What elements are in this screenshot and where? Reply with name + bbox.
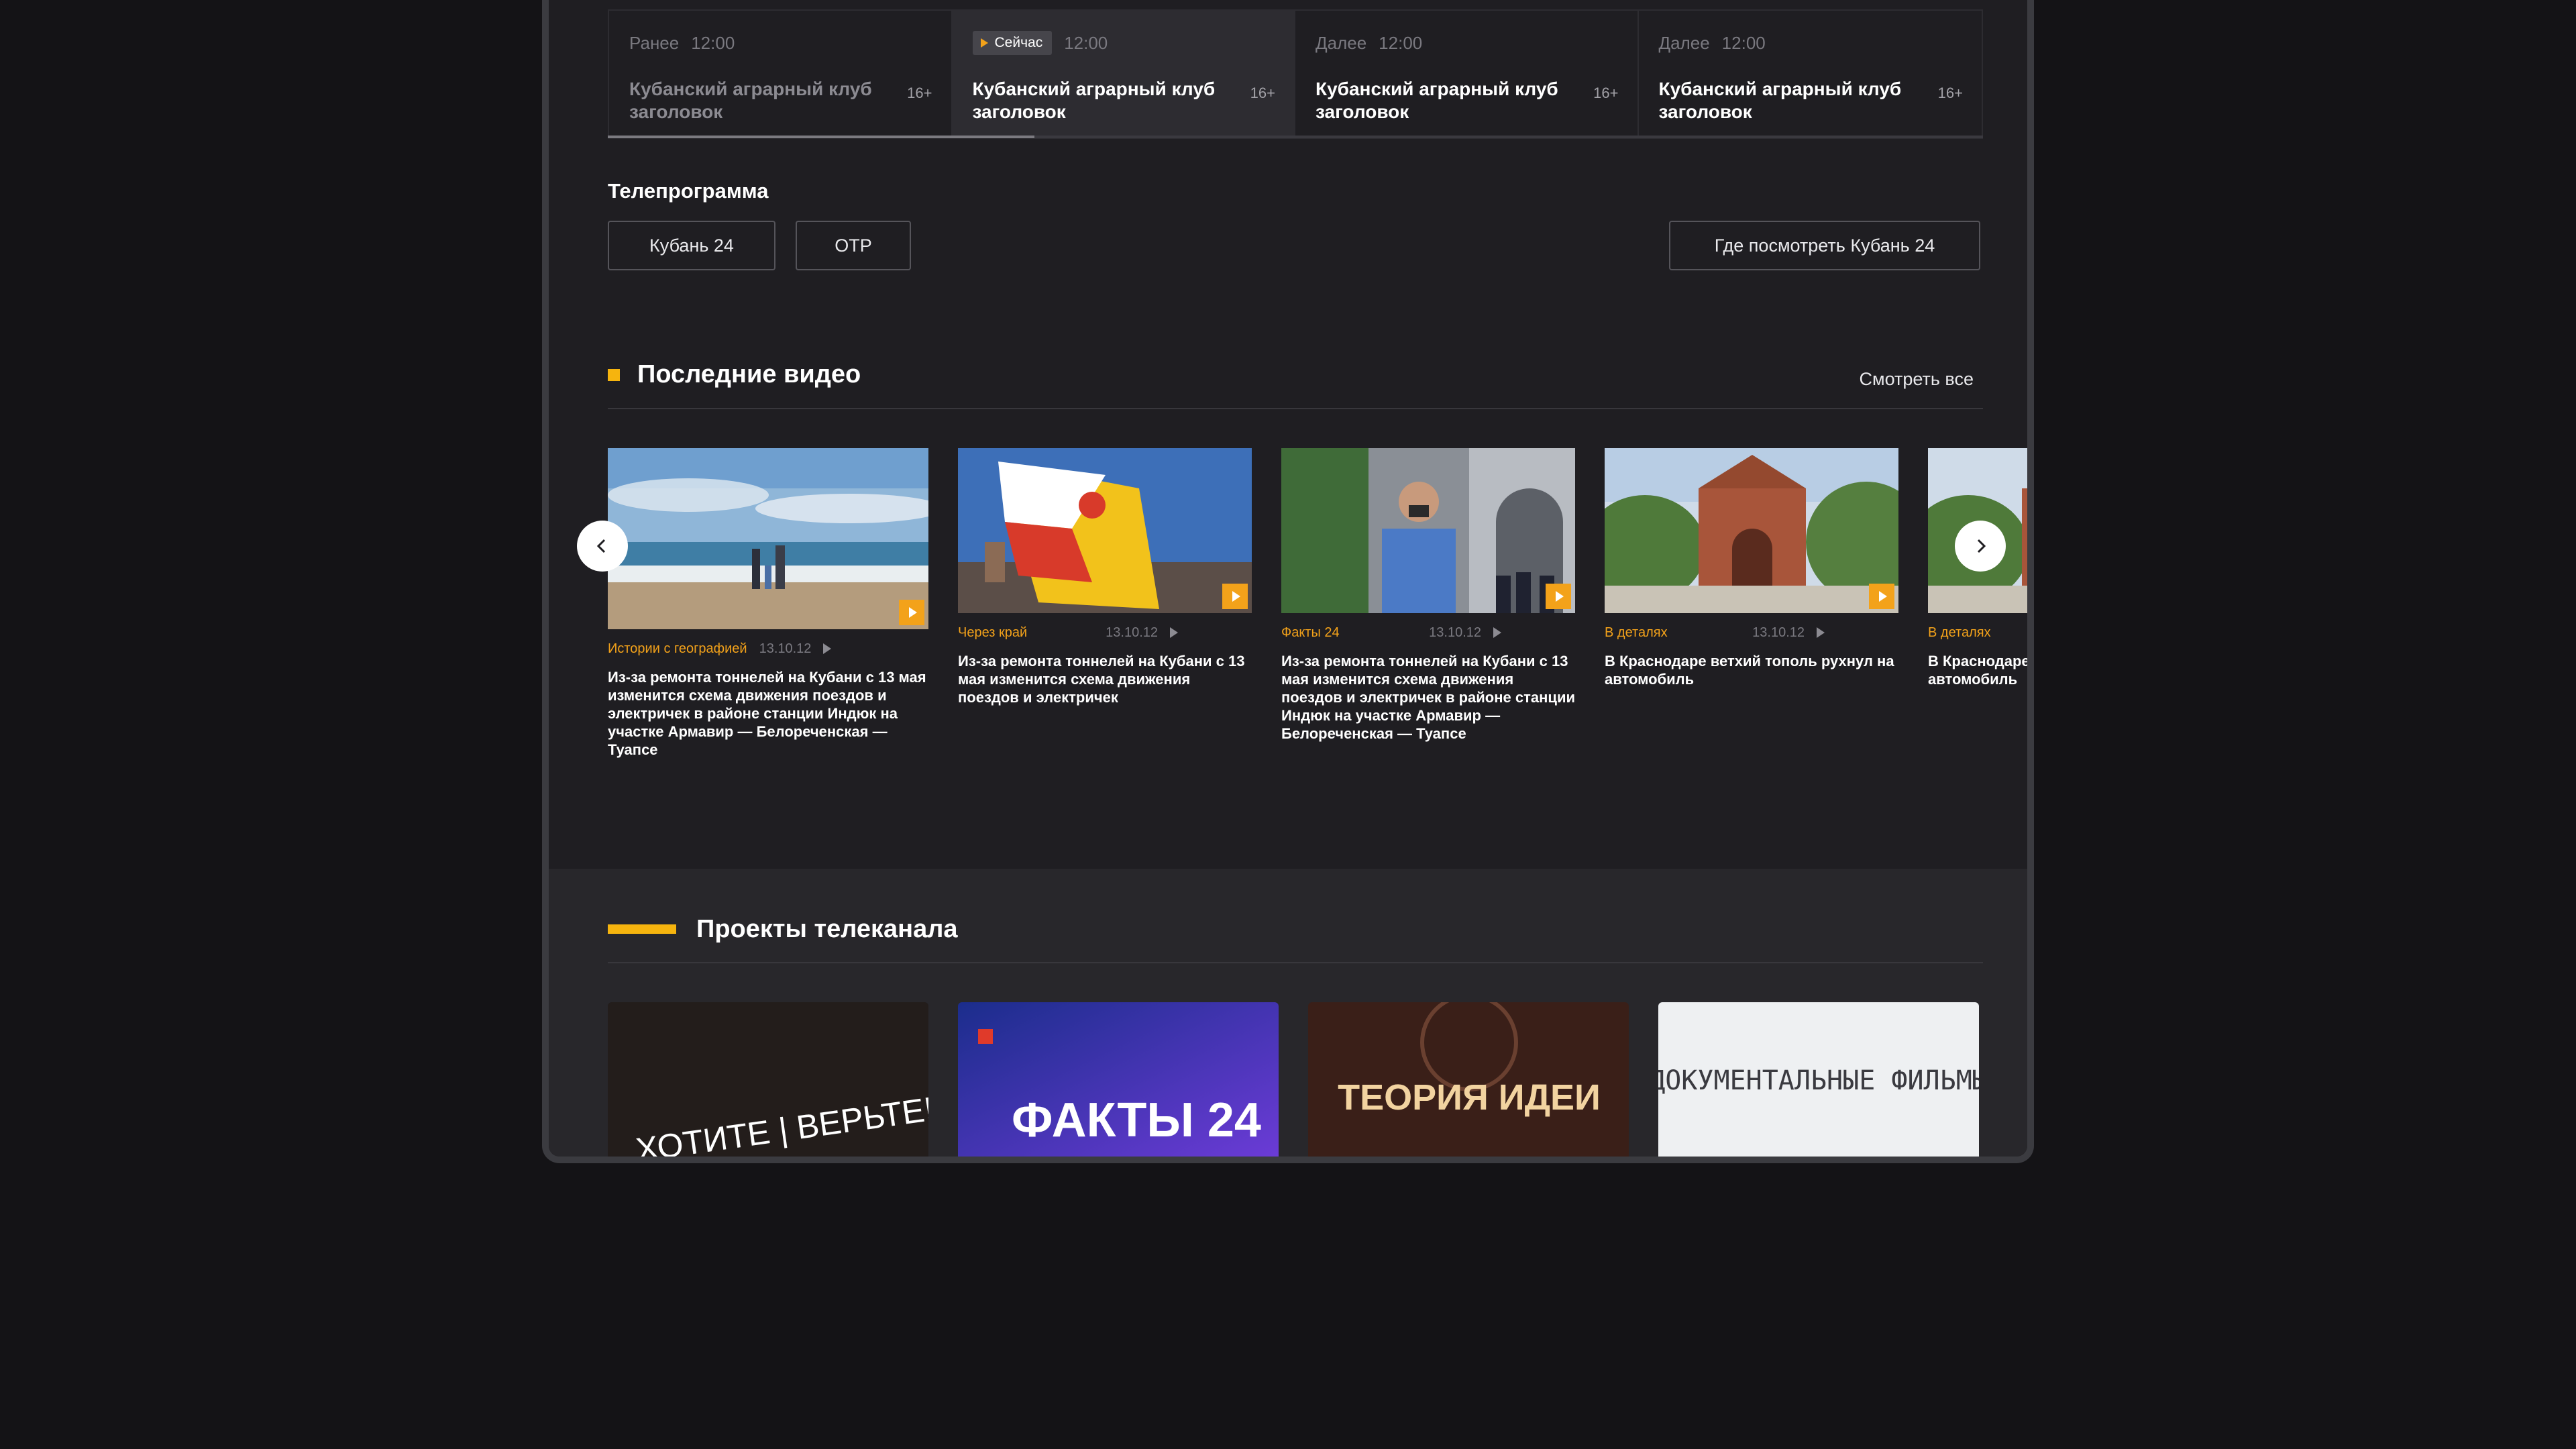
video-thumbnail[interactable] (958, 448, 1252, 613)
age-rating: 16+ (1593, 85, 1619, 101)
play-icon (1493, 627, 1501, 638)
chevron-right-icon (1977, 539, 1986, 553)
video-thumbnail[interactable] (1281, 448, 1575, 613)
video-title[interactable]: В Краснодаре ветхий тополь рухнул на авт… (1928, 652, 2027, 688)
project-card[interactable]: ДОКУМЕНТАЛЬНЫЕ ФИЛЬМЫ (1658, 1002, 1979, 1157)
project-title: ДОКУМЕНТАЛЬНЫЕ ФИЛЬМЫ (1658, 1065, 1979, 1096)
now-badge: Сейчас (972, 31, 1053, 55)
slot-time: 12:00 (1064, 32, 1108, 53)
schedule-slot[interactable]: Далее 12:00 Кубанский аграрный клуб загол… (1639, 11, 1982, 138)
schedule-scrollbar-thumb[interactable] (608, 136, 1034, 138)
see-all-link[interactable]: Смотреть все (1860, 369, 1974, 390)
slot-title: Кубанский аграрный клуб заголовок (972, 78, 1216, 122)
slot-time: 12:00 (1721, 32, 1766, 53)
where-to-watch-button[interactable]: Где посмотреть Кубань 24 (1669, 221, 1980, 270)
arch-image (1605, 448, 1898, 613)
main-section: Ранее 12:00 Кубанский аграрный клуб загол… (549, 0, 2027, 869)
slot-label: Сейчас (994, 35, 1043, 50)
project-card[interactable]: ХОТИТЕ | ВЕРЬТЕ! (608, 1002, 928, 1157)
video-card[interactable]: Истории с географией 13.10.12 Из-за ремон… (608, 448, 928, 759)
speaker-image (1281, 448, 1575, 613)
video-thumbnail[interactable] (608, 448, 928, 629)
divider (608, 962, 1983, 963)
video-date: 13.10.12 (1429, 625, 1481, 640)
prev-button[interactable] (577, 521, 628, 572)
project-hotite-verte-image: ХОТИТЕ | ВЕРЬТЕ! (608, 1002, 928, 1157)
video-title[interactable]: Из-за ремонта тоннелей на Кубани с 13 ма… (1281, 652, 1575, 743)
project-card[interactable]: ТЕОРИЯ ИДЕИ (1308, 1002, 1629, 1157)
beach-image (608, 448, 928, 629)
play-icon (899, 600, 924, 625)
play-icon (980, 38, 988, 48)
slot-label: Ранее (629, 32, 680, 53)
play-icon (1222, 584, 1248, 609)
slot-title: Кубанский аграрный клуб заголовок (1658, 78, 1902, 122)
schedule-strip: Ранее 12:00 Кубанский аграрный клуб загол… (608, 9, 1983, 139)
schedule-slot-current[interactable]: Сейчас 12:00 Кубанский аграрный клуб заг… (952, 11, 1295, 138)
section-marker (608, 369, 620, 381)
slot-title: Кубанский аграрный клуб заголовок (1316, 78, 1558, 122)
project-title: ФАКТЫ 24 (1012, 1093, 1261, 1147)
video-date: 13.10.12 (759, 641, 812, 656)
play-icon (1546, 584, 1571, 609)
screen: Ранее 12:00 Кубанский аграрный клуб загол… (549, 0, 2027, 1157)
device-frame: Ранее 12:00 Кубанский аграрный клуб загол… (542, 0, 2034, 1163)
project-documentary-image: ДОКУМЕНТАЛЬНЫЕ ФИЛЬМЫ (1658, 1002, 1979, 1157)
play-icon (1817, 627, 1825, 638)
section-marker (608, 924, 676, 934)
chevron-left-icon (596, 539, 606, 553)
video-card[interactable]: В деталях 13.10.12 В Краснодаре ветхий то… (1605, 448, 1898, 688)
latest-videos-title: Последние видео (637, 360, 861, 388)
next-button[interactable] (1955, 521, 2006, 572)
slot-label: Далее (1658, 32, 1710, 53)
slot-time: 12:00 (691, 32, 735, 53)
age-rating: 16+ (1250, 85, 1275, 101)
video-category[interactable]: В деталях (1928, 625, 1991, 641)
slot-time: 12:00 (1379, 32, 1423, 53)
play-icon (1869, 584, 1894, 609)
video-category[interactable]: Факты 24 (1281, 625, 1340, 641)
tv-program-title: Телепрограмма (608, 179, 769, 203)
projects-title: Проекты телеканала (696, 915, 958, 943)
channel-button-otr[interactable]: ОТР (796, 221, 911, 270)
slot-title: Кубанский аграрный клуб заголовок (629, 78, 872, 122)
channel-button-kuban24[interactable]: Кубань 24 (608, 221, 775, 270)
video-date: 13.10.12 (1752, 625, 1805, 640)
age-rating: 16+ (907, 85, 932, 101)
flag-image (958, 448, 1252, 613)
video-date: 13.10.12 (1106, 625, 1158, 640)
slot-label: Далее (1316, 32, 1367, 53)
divider (608, 408, 1983, 409)
video-category[interactable]: Истории с географией (608, 641, 747, 657)
project-title: ТЕОРИЯ ИДЕИ (1338, 1077, 1601, 1118)
video-category[interactable]: В деталях (1605, 625, 1668, 641)
project-card[interactable]: ФАКТЫ 24 (958, 1002, 1279, 1157)
play-icon (823, 643, 832, 654)
video-title[interactable]: Из-за ремонта тоннелей на Кубани с 13 ма… (608, 668, 928, 759)
video-title[interactable]: В Краснодаре ветхий тополь рухнул на авт… (1605, 652, 1898, 688)
video-category[interactable]: Через край (958, 625, 1027, 641)
video-card[interactable]: Через край 13.10.12 Из-за ремонта тоннеле… (958, 448, 1252, 706)
age-rating: 16+ (1937, 85, 1963, 101)
schedule-slot[interactable]: Далее 12:00 Кубанский аграрный клуб загол… (1295, 11, 1639, 138)
play-icon (1170, 627, 1178, 638)
project-teoriya-idei-image: ТЕОРИЯ ИДЕИ (1308, 1002, 1629, 1157)
schedule-slot[interactable]: Ранее 12:00 Кубанский аграрный клуб загол… (609, 11, 953, 138)
video-card[interactable]: Факты 24 13.10.12 Из-за ремонта тоннелей … (1281, 448, 1575, 743)
video-thumbnail[interactable] (1605, 448, 1898, 613)
schedule-scrollbar[interactable] (608, 136, 1983, 138)
project-fakty24-image: ФАКТЫ 24 (958, 1002, 1279, 1157)
video-title[interactable]: Из-за ремонта тоннелей на Кубани с 13 ма… (958, 652, 1252, 706)
